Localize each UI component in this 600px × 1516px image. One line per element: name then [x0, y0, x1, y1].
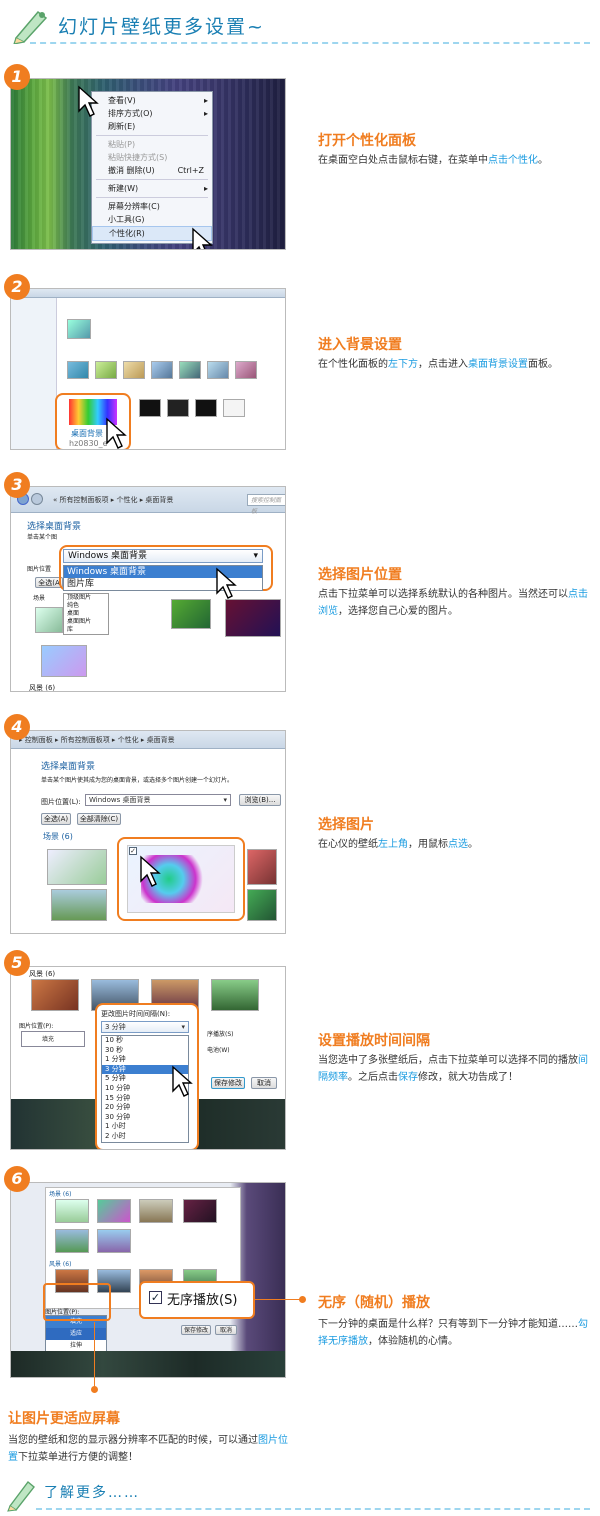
step-3-desc: 点击下拉菜单可以选择系统默认的各种图片。当然还可以点击浏览，选择您自己心爱的图片…: [318, 589, 588, 617]
cursor-icon: [192, 227, 213, 249]
screenshot-shuffle: 场景 (6) 风景 (6) 图片位置(P): 填充 适应 拉伸 平铺 居中 保存…: [10, 1182, 286, 1378]
fit-screen-desc: 当您的壁纸和您的显示器分辨率不匹配的时候，可以通过图片位置下拉菜单进行方便的调整…: [8, 1435, 288, 1463]
shuffle-label: 无序播放(S): [167, 1293, 238, 1308]
step-6-number: 6: [4, 1166, 30, 1192]
step-4-desc: 在心仪的壁纸左上角，用鼠标点选。: [318, 839, 478, 850]
position-dropdown[interactable]: 填充: [21, 1031, 85, 1047]
step-2-number: 2: [4, 274, 30, 300]
step-5-desc: 当您选中了多张壁纸后，点击下拉菜单可以选择不同的播放间隔频率。之后点击保存修改，…: [318, 1055, 588, 1083]
cancel-button[interactable]: 取消: [251, 1077, 277, 1089]
search-input[interactable]: 搜索控制面板: [247, 494, 285, 515]
browse-button[interactable]: 浏览(B)...: [239, 794, 281, 806]
picture-checkbox[interactable]: ✓: [129, 847, 137, 855]
step-6-title: 无序（随机）播放: [318, 1295, 430, 1311]
screenshot-desktop-menu: 查看(V) ▸ 排序方式(O) ▸ 刷新(E) 粘贴(P) 粘贴快捷方式(S) 撤消…: [10, 78, 286, 250]
context-menu[interactable]: 查看(V) ▸ 排序方式(O) ▸ 刷新(E) 粘贴(P) 粘贴快捷方式(S) 撤消…: [91, 91, 213, 244]
screenshot-interval: 风景 (6) 图片位置(P): 填充 序播放(S) 电池(W) 保存修改 取消 …: [10, 966, 286, 1150]
menu-item-undo[interactable]: 撤消 删除(U) Ctrl+Z: [92, 164, 212, 177]
cursor-icon: [78, 85, 99, 117]
address-bar[interactable]: « 所有控制面板项 ▸ 个性化 ▸ 桌面背景: [11, 487, 285, 513]
cursor-icon: [216, 567, 237, 599]
step-1-desc: 在桌面空白处点击鼠标右键，在菜单中点击个性化。: [318, 155, 548, 166]
pencil-icon: [7, 1480, 35, 1512]
menu-item-new[interactable]: 新建(W) ▸: [92, 182, 212, 195]
footer-divider: [36, 1508, 590, 1510]
clear-all-button[interactable]: 全部清除(C): [77, 813, 121, 825]
save-button[interactable]: 保存修改: [181, 1325, 211, 1335]
cursor-icon: [140, 855, 161, 887]
cursor-icon: [106, 417, 127, 449]
menu-item-refresh[interactable]: 刷新(E): [92, 120, 212, 133]
forward-button[interactable]: [31, 493, 43, 505]
fit-screen-title: 让图片更适应屏幕: [8, 1411, 120, 1427]
screenshot-picture-location: « 所有控制面板项 ▸ 个性化 ▸ 桌面背景 搜索控制面板 选择桌面背景 单击某…: [10, 486, 286, 692]
menu-item-view[interactable]: 查看(V) ▸: [92, 94, 212, 107]
cursor-icon: [172, 1065, 193, 1097]
step-5-title: 设置播放时间间隔: [318, 1033, 430, 1049]
step-1-title: 打开个性化面板: [318, 133, 416, 149]
pencil-icon: [13, 10, 48, 44]
screenshot-select-picture: ▸ 控制面板 ▸ 所有控制面板项 ▸ 个性化 ▸ 桌面背景 选择桌面背景 单击某…: [10, 730, 286, 934]
step-4-number: 4: [4, 714, 30, 740]
step-4-title: 选择图片: [318, 817, 374, 833]
shuffle-checkbox[interactable]: ✓: [149, 1291, 162, 1304]
step-3-number: 3: [4, 472, 30, 498]
interval-dropdown[interactable]: 3 分钟 ▾: [101, 1021, 189, 1033]
step-2-desc: 在个性化面板的左下方，点击进入桌面背景设置面板。: [318, 359, 558, 370]
menu-item-resolution[interactable]: 屏幕分辨率(C): [92, 200, 212, 213]
save-button[interactable]: 保存修改: [211, 1077, 245, 1089]
page-title: 幻灯片壁纸更多设置~: [58, 16, 265, 38]
step-5-number: 5: [4, 950, 30, 976]
menu-item-paste-shortcut[interactable]: 粘贴快捷方式(S): [92, 151, 212, 164]
select-all-button[interactable]: 全选(A): [41, 813, 71, 825]
location-dropdown[interactable]: Windows 桌面背景 ▾: [85, 794, 231, 806]
menu-item-sort[interactable]: 排序方式(O) ▸: [92, 107, 212, 120]
screenshot-personalization: 桌面背景 hz0830_e: [10, 288, 286, 450]
step-2-title: 进入背景设置: [318, 337, 402, 353]
location-dropdown[interactable]: Windows 桌面背景 ▾: [63, 549, 263, 563]
step-1-number: 1: [4, 64, 30, 90]
menu-item-paste[interactable]: 粘贴(P): [92, 138, 212, 151]
step-6-desc: 下一分钟的桌面是什么样？只有等到下一分钟才能知道……勾择无序播放，体验随机的心情…: [318, 1319, 588, 1347]
menu-item-gadgets[interactable]: 小工具(G): [92, 213, 212, 226]
page: 幻灯片壁纸更多设置~ 1 查看(V) ▸ 排序方式(O) ▸ 刷新(E) 粘贴(P)…: [0, 0, 600, 1516]
cancel-button[interactable]: 取消: [215, 1325, 237, 1335]
address-bar[interactable]: ▸ 控制面板 ▸ 所有控制面板项 ▸ 个性化 ▸ 桌面背景: [11, 731, 285, 749]
step-3-title: 选择图片位置: [318, 567, 402, 583]
learn-more-link[interactable]: 了解更多……: [44, 1482, 140, 1502]
header-divider: [30, 42, 590, 44]
